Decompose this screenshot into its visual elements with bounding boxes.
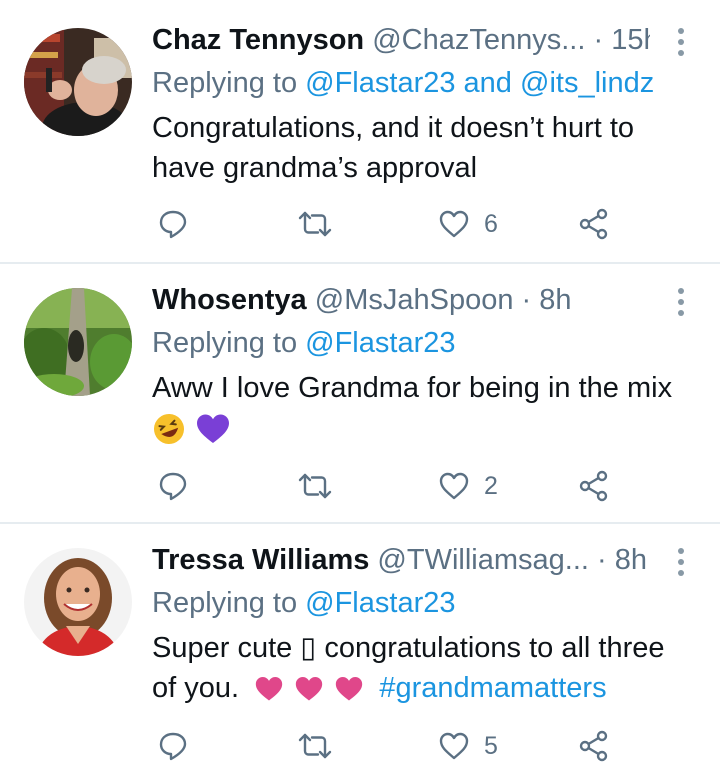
emoji-line (152, 408, 702, 448)
timestamp[interactable]: 8h (539, 284, 571, 316)
mention-link[interactable]: @Flastar23 (305, 327, 455, 359)
tweet[interactable]: Whosentya @MsJahSpoon · 8h Replying to @… (0, 280, 720, 520)
timestamp[interactable]: 8h (615, 544, 647, 576)
tweet-divider (0, 262, 720, 264)
retweet-icon (298, 733, 332, 759)
tweet-text-line: of you. #grandmamatters (152, 668, 702, 708)
display-name[interactable]: Tressa Williams (152, 544, 369, 576)
tweet-header: Whosentya @MsJahSpoon · 8h (152, 280, 650, 320)
tweet-text-line: have grandma’s approval (152, 152, 478, 184)
share-icon (579, 730, 608, 762)
action-bar: 2 (152, 466, 632, 506)
pink-heart-emoji (255, 677, 283, 701)
like-icon (439, 472, 469, 500)
tweet-text-segment: of you. (152, 672, 240, 704)
share-button[interactable] (578, 466, 610, 506)
tweet[interactable]: Chaz Tennyson @ChazTennys... · 15h Reply… (0, 20, 720, 260)
share-button[interactable] (578, 204, 610, 244)
display-name[interactable]: Chaz Tennyson (152, 24, 364, 56)
reply-button[interactable] (158, 726, 202, 766)
tweet-text-line: Aww I love Grandma for being in the mix (152, 372, 673, 404)
pink-heart-emoji (296, 677, 323, 701)
purple-heart-emoji (197, 414, 230, 444)
separator-dot: · (593, 24, 604, 56)
like-count: 6 (484, 209, 498, 238)
replying-prefix: Replying to (152, 587, 298, 619)
reply-icon (159, 732, 187, 761)
reply-icon (159, 210, 187, 239)
reply-button[interactable] (158, 466, 202, 506)
tweet-divider (0, 522, 720, 524)
like-icon (439, 732, 469, 760)
share-icon (579, 470, 608, 502)
timestamp[interactable]: 15h (611, 24, 650, 56)
separator-dot: · (521, 284, 532, 316)
replying-prefix: Replying to (152, 327, 298, 359)
avatar[interactable] (24, 28, 132, 136)
mention-link[interactable]: @its_lindz (520, 67, 654, 99)
mention-conjunction: and (463, 67, 512, 99)
share-button[interactable] (578, 726, 610, 766)
tweet-text-line: Congratulations, and it doesn’t hurt to (152, 112, 635, 144)
user-handle[interactable]: @ChazTennys... (372, 24, 585, 56)
avatar[interactable] (24, 548, 132, 656)
tweet-text-line: Super cute ▯ congratulations to all thre… (152, 632, 665, 664)
retweet-icon (298, 473, 332, 499)
mention-link[interactable]: @Flastar23 (305, 67, 455, 99)
more-options-icon[interactable] (676, 288, 686, 316)
retweet-icon (298, 211, 332, 237)
tweet-text: Super cute ▯ congratulations to all thre… (152, 628, 702, 708)
like-count: 5 (484, 731, 498, 760)
retweet-button[interactable] (298, 204, 346, 244)
user-handle[interactable]: @MsJahSpoon (315, 284, 514, 316)
tweet-text: Congratulations, and it doesn’t hurt to … (152, 108, 702, 188)
pink-heart-emoji (336, 677, 363, 701)
retweet-button[interactable] (298, 726, 346, 766)
display-name[interactable]: Whosentya (152, 284, 307, 316)
like-count: 2 (484, 471, 498, 500)
share-icon (579, 208, 608, 240)
tweet[interactable]: Tressa Williams @TWilliamsag... · 8h Rep… (0, 540, 720, 784)
retweet-button[interactable] (298, 466, 346, 506)
avatar[interactable] (24, 288, 132, 396)
replying-to: Replying to @Flastar23 (152, 323, 455, 363)
like-button[interactable]: 2 (438, 466, 498, 506)
like-button[interactable]: 5 (438, 726, 498, 766)
like-icon (439, 210, 469, 238)
reply-button[interactable] (158, 204, 202, 244)
like-button[interactable]: 6 (438, 204, 498, 244)
mention-link[interactable]: @Flastar23 (305, 587, 455, 619)
tweet-text: Aww I love Grandma for being in the mix (152, 368, 702, 448)
more-options-icon[interactable] (676, 548, 686, 576)
tweet-header: Chaz Tennyson @ChazTennys... · 15h (152, 20, 650, 60)
user-handle[interactable]: @TWilliamsag... (377, 544, 589, 576)
replying-to: Replying to @Flastar23 (152, 583, 455, 623)
hashtag-link[interactable]: #grandmamatters (379, 672, 606, 704)
laughing-face-emoji (154, 414, 184, 445)
reply-icon (159, 472, 187, 501)
tweet-header: Tressa Williams @TWilliamsag... · 8h (152, 540, 650, 580)
action-bar: 6 (152, 204, 632, 244)
replying-prefix: Replying to (152, 67, 298, 99)
separator-dot: · (597, 544, 607, 576)
replying-to: Replying to @Flastar23 and @its_lindz (152, 63, 654, 103)
action-bar: 5 (152, 726, 632, 766)
more-options-icon[interactable] (676, 28, 686, 56)
